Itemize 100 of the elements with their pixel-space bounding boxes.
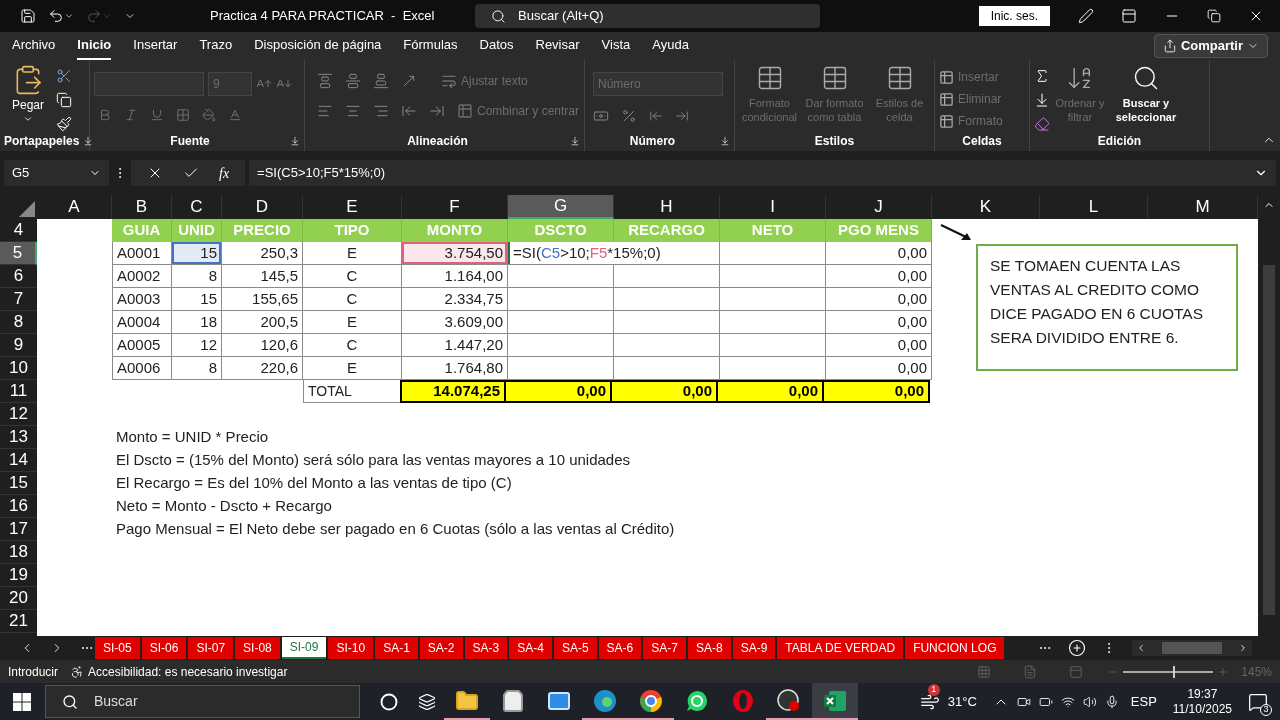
ribbon-tab[interactable]: Fórmulas (403, 32, 458, 60)
volume-icon[interactable] (1082, 694, 1097, 709)
search-icon[interactable] (491, 8, 506, 24)
accessibility-status[interactable]: Accesibilidad: es necesario investigar (88, 662, 288, 681)
sheet-tab[interactable]: TABLA DE VERDAD (777, 637, 904, 659)
sheet-tab[interactable]: SI-05 (95, 637, 140, 659)
ribbon-tab[interactable]: Insertar (133, 32, 178, 60)
sheet-tab[interactable]: SI-09 (281, 637, 327, 659)
eraser-icon[interactable] (1034, 116, 1050, 132)
sheet-tab[interactable]: SI-06 (141, 637, 187, 659)
notifications-icon[interactable] (1248, 691, 1268, 712)
sheet-tab[interactable]: SA-7 (643, 637, 686, 659)
ribbon-tab[interactable]: Disposición de página (254, 32, 382, 60)
format-painter-icon[interactable] (56, 116, 72, 132)
microphone-icon[interactable] (1104, 694, 1119, 709)
table-cell: A0002 (112, 265, 172, 288)
add-sheet-icon[interactable] (1068, 639, 1086, 657)
ribbon-tab[interactable]: Revisar (535, 32, 580, 60)
share-button[interactable]: Compartir (1153, 34, 1268, 58)
sheet-tab[interactable]: SI-10 (328, 637, 374, 659)
table-cell: 1.447,20 (402, 334, 508, 357)
scroll-left-icon[interactable] (1136, 643, 1146, 653)
caret-icon[interactable] (64, 11, 74, 21)
dialog-launcher-icon[interactable] (570, 136, 580, 146)
decrease-indent-icon[interactable] (401, 103, 417, 119)
sheet-tab[interactable]: SA-5 (553, 637, 597, 659)
select-all-icon[interactable] (19, 201, 35, 217)
autosum-icon[interactable] (1034, 68, 1050, 84)
start-icon[interactable] (13, 692, 31, 711)
sheet-tab[interactable]: FUNCION LOG (905, 637, 1005, 659)
fill-icon[interactable] (1034, 92, 1050, 108)
percent-icon[interactable] (621, 108, 637, 124)
search-field[interactable]: Buscar (Alt+Q) (475, 4, 820, 28)
ribbon-tab[interactable]: Datos (479, 32, 514, 60)
orientation-icon[interactable] (401, 73, 417, 89)
dialog-launcher-icon[interactable] (290, 136, 300, 146)
currency-icon[interactable] (593, 108, 609, 124)
sheet-tab[interactable]: SA-8 (687, 637, 731, 659)
insert-function-button[interactable]: fx (219, 162, 230, 184)
align-top-icon[interactable] (317, 73, 333, 89)
sheet-tab[interactable]: SA-6 (598, 637, 642, 659)
font-color-icon[interactable] (228, 108, 242, 122)
save-icon[interactable] (20, 8, 36, 24)
taskbar-search-field[interactable]: Buscar (45, 685, 360, 718)
font-name-field[interactable] (94, 72, 204, 96)
align-right-icon[interactable] (373, 103, 389, 119)
ribbon-display-icon[interactable] (1121, 8, 1137, 24)
wifi-icon[interactable] (1060, 694, 1075, 709)
shopping-bag-icon[interactable] (501, 688, 525, 713)
folder-icon[interactable] (455, 688, 479, 713)
table-cell: A0005 (112, 334, 172, 357)
sheet-tab[interactable]: SA-1 (375, 637, 418, 659)
ring-icon[interactable] (731, 688, 755, 713)
find-select-button[interactable]: Buscar y seleccionar (1110, 64, 1182, 124)
share-icon[interactable] (1162, 39, 1177, 53)
ribbon-tab[interactable]: Vista (601, 32, 631, 60)
total-cell: 0,00 (822, 380, 930, 403)
cut-icon[interactable] (56, 68, 72, 84)
sheet-tab[interactable]: SI-07 (188, 637, 234, 659)
borders-icon[interactable] (176, 108, 190, 122)
input-language[interactable]: ESP (1130, 691, 1157, 712)
sheet-tab[interactable]: SA-4 (509, 637, 552, 659)
sign-in-button[interactable]: Inic. ses. (978, 6, 1050, 26)
dialog-launcher-icon[interactable] (83, 136, 94, 146)
row-header[interactable]: 5 (0, 242, 37, 265)
table-icon (457, 103, 473, 119)
fill-color-icon[interactable] (202, 108, 216, 122)
align-middle-icon[interactable] (345, 73, 361, 89)
name-box[interactable]: G5 (4, 160, 109, 186)
dialog-launcher-icon[interactable] (720, 136, 730, 146)
copy-icon[interactable] (56, 92, 72, 108)
column-header[interactable]: G (508, 195, 614, 219)
sheet-tab[interactable]: SA-3 (464, 637, 508, 659)
scroll-right-icon[interactable] (1238, 643, 1248, 653)
browser-icon[interactable] (639, 688, 663, 713)
paste-button[interactable]: Pegar (4, 64, 52, 124)
zoom-level: 145% (1241, 663, 1272, 681)
chat-bubble-icon[interactable] (685, 688, 709, 713)
formula-field[interactable]: =SI(C5>10;F5*15%;0) (249, 160, 1276, 186)
horizontal-scrollbar[interactable] (1132, 640, 1252, 656)
bold-icon[interactable] (98, 108, 112, 122)
increase-indent-icon[interactable] (429, 103, 445, 119)
ribbon-tab[interactable]: Ayuda (652, 32, 689, 60)
align-bottom-icon[interactable] (373, 73, 389, 89)
spreadsheet-icon[interactable] (823, 688, 847, 713)
task-view-icon[interactable] (418, 692, 436, 711)
zoom-slider[interactable] (1123, 665, 1214, 678)
underline-icon[interactable] (150, 108, 164, 122)
restore-icon[interactable] (1207, 9, 1221, 23)
italic-icon[interactable] (124, 108, 138, 122)
undo-icon[interactable] (48, 8, 64, 24)
ribbon-tab[interactable]: Trazo (199, 32, 233, 60)
sheet-tab[interactable]: SI-08 (235, 637, 280, 659)
sheet-tab[interactable]: SA-9 (732, 637, 776, 659)
ribbon-tab[interactable]: Archivo (12, 32, 56, 60)
align-center-icon[interactable] (345, 103, 361, 119)
align-left-icon[interactable] (317, 103, 333, 119)
record-icon[interactable] (777, 688, 801, 713)
pen-icon[interactable] (1078, 8, 1094, 24)
sheet-tab[interactable]: SA-2 (419, 637, 463, 659)
